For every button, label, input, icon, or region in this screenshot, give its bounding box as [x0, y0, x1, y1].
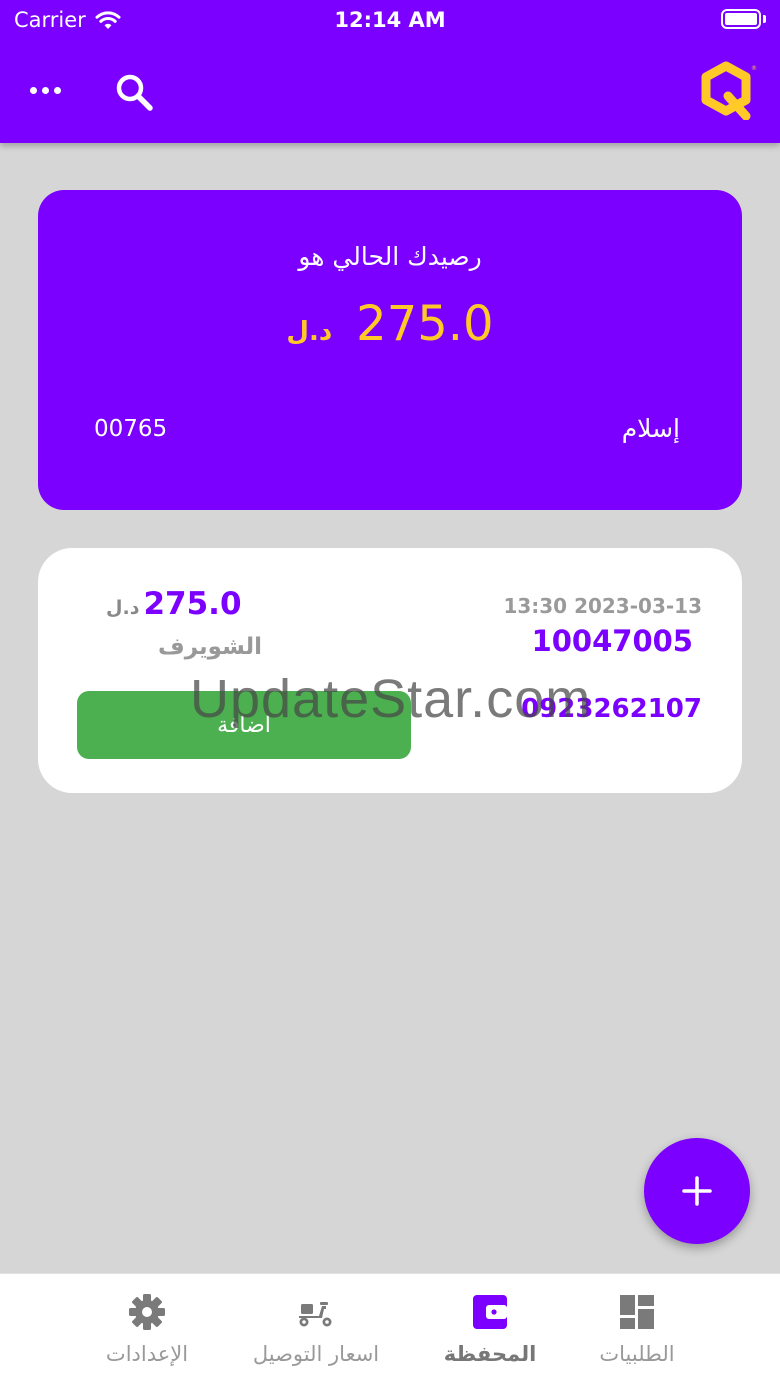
nav-item-settings[interactable]: الإعدادات: [62, 1274, 232, 1387]
wallet-icon: [473, 1295, 507, 1329]
transaction-merchant: الشويرف: [158, 634, 263, 660]
scooter-icon: [299, 1302, 332, 1327]
more-options-button[interactable]: [22, 72, 68, 108]
balance-card: رصيدك الحالي هو د.ل 275.0 00765 إسلام: [38, 190, 742, 510]
transaction-amount: 275.0: [143, 586, 242, 622]
balance-amount-row: د.ل 275.0: [38, 296, 742, 352]
account-holder-name: إسلام: [621, 414, 680, 443]
status-time: 12:14 AM: [334, 8, 446, 32]
add-button[interactable]: اضافة: [77, 691, 411, 759]
transaction-amount-row: د.ل 275.0: [106, 586, 242, 622]
account-number: 00765: [94, 416, 168, 442]
app-header: Carrier 12:14 AM ®: [0, 0, 780, 143]
plus-icon: [682, 1176, 712, 1206]
add-fab-button[interactable]: [644, 1138, 750, 1244]
search-icon[interactable]: [112, 70, 158, 116]
transaction-datetime: 13:30 2023-03-13: [503, 594, 702, 618]
bottom-nav: الإعدادات اسعار التوصيل المحفظة الطلبيات: [0, 1273, 780, 1387]
nav-item-orders[interactable]: الطلبيات: [552, 1274, 722, 1387]
nav-label-orders: الطلبيات: [599, 1342, 675, 1366]
app-logo-icon: ®: [701, 61, 757, 120]
svg-text:®: ®: [751, 65, 757, 72]
dashboard-icon: [620, 1295, 654, 1329]
transaction-currency: د.ل: [106, 597, 140, 619]
nav-label-wallet: المحفظة: [443, 1342, 537, 1366]
nav-item-wallet[interactable]: المحفظة: [405, 1274, 575, 1387]
balance-title: رصيدك الحالي هو: [298, 242, 482, 271]
transaction-phone: 0923262107: [521, 694, 702, 724]
nav-item-delivery-prices[interactable]: اسعار التوصيل: [231, 1274, 401, 1387]
balance-amount: 275.0: [356, 296, 494, 352]
nav-label-delivery-prices: اسعار التوصيل: [252, 1342, 380, 1366]
balance-currency: د.ل: [286, 317, 333, 347]
battery-icon: [721, 9, 766, 29]
transaction-id: 10047005: [531, 624, 693, 658]
more-icon: [29, 86, 37, 94]
nav-label-settings: الإعدادات: [105, 1342, 189, 1366]
transaction-card: د.ل 275.0 الشويرف 13:30 2023-03-13 10047…: [38, 548, 742, 793]
gear-icon: [129, 1294, 165, 1330]
